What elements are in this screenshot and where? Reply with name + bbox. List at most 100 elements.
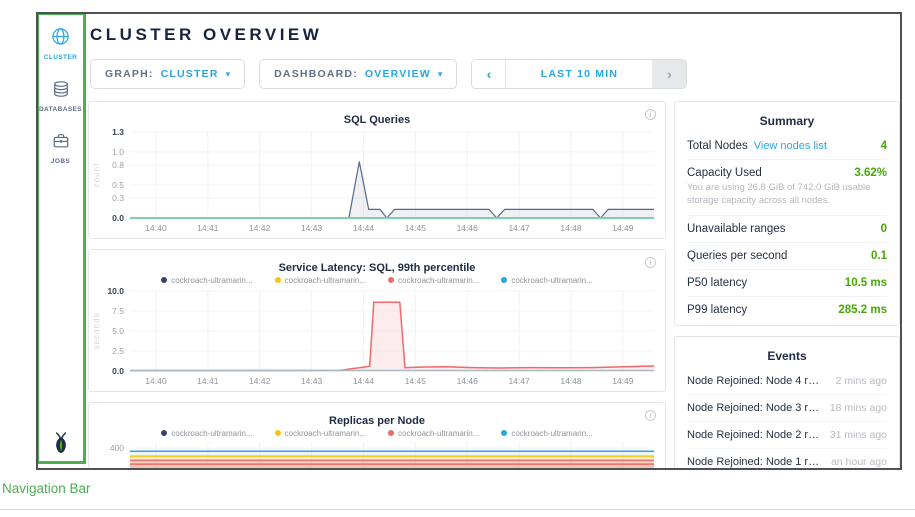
summary-value: 0.1 — [871, 250, 887, 262]
svg-text:1.3: 1.3 — [112, 127, 124, 137]
view-nodes-link[interactable]: View nodes list — [754, 140, 827, 152]
sidebar-item-label: DATABASES — [39, 106, 82, 113]
legend-item[interactable]: cockroach-ultramarin... — [275, 428, 366, 438]
summary-value: 10.5 ms — [845, 277, 887, 289]
graph-dropdown[interactable]: GRAPH: CLUSTER ▾ — [90, 59, 245, 89]
chart-plot: 14:4014:4114:4214:4314:4414:4514:4614:47… — [90, 438, 664, 470]
event-row[interactable]: Node Rejoined: Node 3 rej... 18 mins ago — [687, 395, 887, 422]
sidebar-item-label: CLUSTER — [44, 54, 78, 61]
svg-text:14:40: 14:40 — [145, 223, 167, 233]
chart-legend: cockroach-ultramarin... cockroach-ultrama… — [90, 428, 664, 438]
summary-rows: Total NodesView nodes list4Capacity Used… — [687, 133, 887, 323]
summary-label: P50 latency — [687, 277, 747, 289]
legend-label: cockroach-ultramarin... — [285, 276, 366, 285]
summary-value: 3.62% — [854, 167, 887, 179]
legend-item[interactable]: cockroach-ultramarin... — [501, 275, 592, 285]
legend-item[interactable]: cockroach-ultramarin... — [501, 428, 592, 438]
chevron-down-icon: ▾ — [226, 70, 231, 79]
events-panel: Events Node Rejoined: Node 4 rej...2 min… — [674, 336, 900, 470]
event-time: 2 mins ago — [836, 375, 887, 387]
event-time: 18 mins ago — [830, 402, 887, 414]
sidebar-item-label: JOBS — [51, 158, 70, 165]
summary-label: Capacity Used — [687, 167, 762, 179]
event-row[interactable]: Node Rejoined: Node 1 rej...an hour ago — [687, 449, 887, 470]
sidebar-item-cluster[interactable]: CLUSTER — [44, 27, 78, 61]
event-row[interactable]: Node Rejoined: Node 4 rej...2 mins ago — [687, 368, 887, 395]
events-title: Events — [687, 345, 887, 368]
legend-label: cockroach-ultramarin... — [285, 429, 366, 438]
legend-item[interactable]: cockroach-ultramarin... — [161, 428, 252, 438]
svg-text:14:41: 14:41 — [197, 376, 219, 386]
graph-dropdown-value: CLUSTER — [161, 68, 219, 80]
svg-text:seconds: seconds — [92, 313, 101, 350]
page: CLUSTER DATABASES — [0, 0, 915, 517]
legend-item[interactable]: cockroach-ultramarin... — [275, 275, 366, 285]
page-title: CLUSTER OVERVIEW — [90, 25, 900, 45]
sidebar-item-databases[interactable]: DATABASES — [39, 80, 82, 113]
svg-text:14:43: 14:43 — [301, 376, 323, 386]
event-row[interactable]: Node Rejoined: Node 2 rej...31 mins ago — [687, 422, 887, 449]
legend-label: cockroach-ultramarin... — [398, 429, 479, 438]
info-icon[interactable] — [645, 109, 656, 120]
chart-panel-replicas-per-node: Replicas per Node cockroach-ultramarin..… — [88, 402, 666, 470]
legend-dot-icon — [501, 430, 507, 436]
time-next-button[interactable]: › — [652, 60, 686, 88]
summary-value: 285.2 ms — [838, 304, 887, 316]
legend-dot-icon — [388, 277, 394, 283]
legend-dot-icon — [501, 277, 507, 283]
legend-item[interactable]: cockroach-ultramarin... — [388, 428, 479, 438]
chart-panel-sql-queries: SQL Queries 14:4014:4114:4214:4314:4414:… — [88, 101, 666, 239]
event-text: Node Rejoined: Node 3 rej... — [687, 402, 825, 414]
summary-title: Summary — [687, 110, 887, 133]
info-icon[interactable] — [645, 410, 656, 421]
summary-label: Total Nodes — [687, 140, 748, 152]
svg-text:7.5: 7.5 — [112, 306, 124, 316]
legend-dot-icon — [161, 430, 167, 436]
chart-legend: cockroach-ultramarin... cockroach-ultrama… — [90, 275, 664, 285]
summary-row-main: Queries per second 0.1 — [687, 243, 887, 269]
legend-dot-icon — [388, 430, 394, 436]
summary-note: You are using 26.8 GiB of 742.0 GiB usab… — [687, 182, 887, 215]
graph-dropdown-label: GRAPH: — [105, 68, 154, 80]
svg-text:14:41: 14:41 — [197, 223, 219, 233]
summary-row-main: P50 latency 10.5 ms — [687, 270, 887, 296]
summary-row: P50 latency 10.5 ms — [687, 269, 887, 296]
legend-item[interactable]: cockroach-ultramarin... — [161, 275, 252, 285]
sidebar-item-jobs[interactable]: JOBS — [51, 132, 70, 165]
legend-label: cockroach-ultramarin... — [171, 276, 252, 285]
svg-text:10.0: 10.0 — [107, 286, 124, 296]
svg-text:0.0: 0.0 — [112, 366, 124, 376]
time-range-selector: ‹ LAST 10 MIN › — [471, 59, 687, 89]
svg-text:14:48: 14:48 — [560, 223, 582, 233]
info-icon[interactable] — [645, 257, 656, 268]
svg-text:14:44: 14:44 — [353, 223, 375, 233]
chart-title: Replicas per Node — [329, 415, 425, 427]
svg-text:count: count — [92, 163, 101, 188]
svg-text:14:48: 14:48 — [560, 376, 582, 386]
time-range-label[interactable]: LAST 10 MIN — [506, 60, 652, 88]
time-prev-button[interactable]: ‹ — [472, 60, 506, 88]
summary-label: Queries per second — [687, 250, 787, 262]
summary-row-main: P99 latency285.2 ms — [687, 297, 887, 323]
navigation-bar: CLUSTER DATABASES — [38, 14, 84, 468]
summary-row: Capacity Used 3.62% You are using 26.8 GiB… — [687, 159, 887, 215]
svg-text:0.0: 0.0 — [112, 213, 124, 223]
legend-label: cockroach-ultramarin... — [398, 276, 479, 285]
summary-label: Unavailable ranges — [687, 223, 785, 235]
legend-item[interactable]: cockroach-ultramarin... — [388, 275, 479, 285]
svg-text:14:46: 14:46 — [457, 223, 479, 233]
chart-panel-service-latency: Service Latency: SQL, 99th percentile co… — [88, 249, 666, 392]
dashboard-dropdown-label: DASHBOARD: — [274, 68, 358, 80]
chart-plot: 14:4014:4114:4214:4314:4414:4514:4614:47… — [90, 285, 664, 389]
database-icon — [52, 80, 70, 103]
annotation-caption: Navigation Bar — [2, 481, 91, 496]
controls-bar: GRAPH: CLUSTER ▾ DASHBOARD: OVERVIEW ▾ ‹… — [90, 59, 900, 89]
legend-label: cockroach-ultramarin... — [511, 276, 592, 285]
cockroachdb-logo[interactable] — [48, 430, 73, 460]
event-text: Node Rejoined: Node 1 rej... — [687, 456, 825, 468]
svg-text:14:45: 14:45 — [405, 376, 427, 386]
dashboard-dropdown[interactable]: DASHBOARD: OVERVIEW ▾ — [259, 59, 457, 89]
summary-row: Queries per second 0.1 — [687, 242, 887, 269]
chart-title: Service Latency: SQL, 99th percentile — [279, 262, 476, 274]
briefcase-icon — [52, 132, 70, 155]
